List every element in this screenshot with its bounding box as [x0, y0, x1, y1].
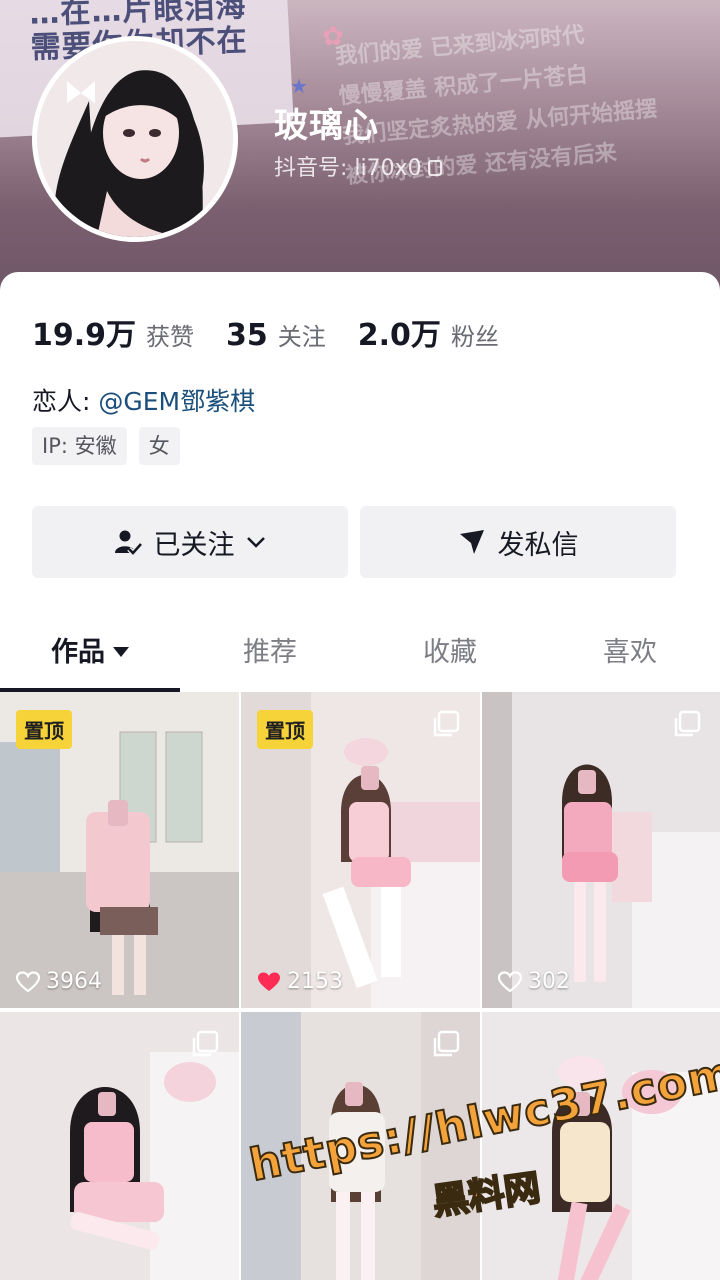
stat-label: 关注: [277, 323, 326, 351]
video-thumbnail[interactable]: [0, 1012, 239, 1280]
tag-ip-location: IP: 安徽: [32, 427, 127, 465]
tab-liked[interactable]: 喜欢: [540, 614, 720, 692]
like-count: 3964: [16, 969, 102, 994]
tab-favorites[interactable]: 收藏: [360, 614, 540, 692]
douyin-id[interactable]: 抖音号: li70x0: [274, 150, 442, 182]
video-thumbnail[interactable]: 置顶 3964: [0, 692, 239, 1008]
chevron-down-icon: [245, 535, 267, 549]
stat-value: 2.0万: [357, 318, 441, 353]
avatar-illustration: [37, 41, 233, 237]
multi-image-icon: [674, 710, 701, 737]
followed-button-label: 已关注: [153, 529, 235, 561]
pinned-badge: 置顶: [257, 710, 313, 749]
like-count-value: 302: [528, 969, 570, 994]
stat-label: 粉丝: [450, 323, 499, 351]
douyin-id-text: 抖音号: li70x0: [274, 156, 422, 181]
like-count: 302: [498, 969, 570, 994]
tab-label: 作品: [51, 637, 105, 668]
video-thumbnail[interactable]: [482, 1012, 720, 1280]
like-count: 2153: [257, 969, 343, 994]
multi-image-icon: [433, 1030, 460, 1057]
tab-works[interactable]: 作品: [0, 614, 180, 692]
stat-value: 35: [226, 318, 268, 353]
thumbnail-image: [482, 692, 720, 1008]
tag-gender: 女: [138, 427, 180, 465]
send-message-label: 发私信: [497, 529, 579, 561]
like-count-value: 2153: [287, 969, 343, 994]
bio-prefix: 恋人:: [32, 387, 99, 416]
flower-sticker-icon: ✿: [322, 22, 344, 52]
heart-filled-icon: [258, 972, 280, 991]
stats-row: 19.9万 获赞 35 关注 2.0万 粉丝: [32, 310, 531, 354]
send-icon: [458, 528, 486, 556]
caret-down-icon: [113, 647, 129, 657]
heart-outline-icon: [498, 970, 522, 992]
multi-image-icon: [192, 1030, 219, 1057]
stat-followers[interactable]: 2.0万 粉丝: [358, 310, 499, 354]
tag-list: IP: 安徽 女: [32, 427, 192, 465]
video-grid: 置顶 3964 置顶 2153 302: [0, 692, 720, 1280]
send-message-button[interactable]: 发私信: [360, 506, 676, 578]
profile-banner: …在…片眼泪海 需要你你却不在 我们的爱 已来到冰河时代 慢慢覆盖 积成了一片苍…: [0, 0, 720, 300]
stat-likes[interactable]: 19.9万 获赞: [32, 310, 194, 354]
thumbnail-image: [482, 1012, 720, 1280]
heart-outline-icon: [16, 970, 40, 992]
like-count-value: 3964: [46, 969, 102, 994]
stat-value: 19.9万: [32, 318, 137, 353]
followed-button[interactable]: 已关注: [32, 506, 348, 578]
video-thumbnail[interactable]: 置顶 2153: [241, 692, 480, 1008]
video-thumbnail[interactable]: 302: [482, 692, 720, 1008]
mention-link[interactable]: @GEM鄧紫棋: [98, 387, 255, 416]
pinned-badge: 置顶: [16, 710, 72, 749]
stat-following[interactable]: 35 关注: [226, 317, 326, 353]
copy-icon[interactable]: [427, 160, 442, 176]
tab-recommended[interactable]: 推荐: [180, 614, 360, 692]
stat-label: 获赞: [146, 323, 195, 351]
multi-image-icon: [433, 710, 460, 737]
star-sticker-icon: ★: [290, 74, 308, 98]
nickname: 玻璃心: [274, 106, 379, 146]
content-tabs: 作品 推荐 收藏 喜欢: [0, 614, 720, 692]
avatar[interactable]: [32, 36, 238, 242]
user-check-icon: [114, 528, 142, 556]
bio-relationship: 恋人: @GEM鄧紫棋: [32, 382, 255, 418]
